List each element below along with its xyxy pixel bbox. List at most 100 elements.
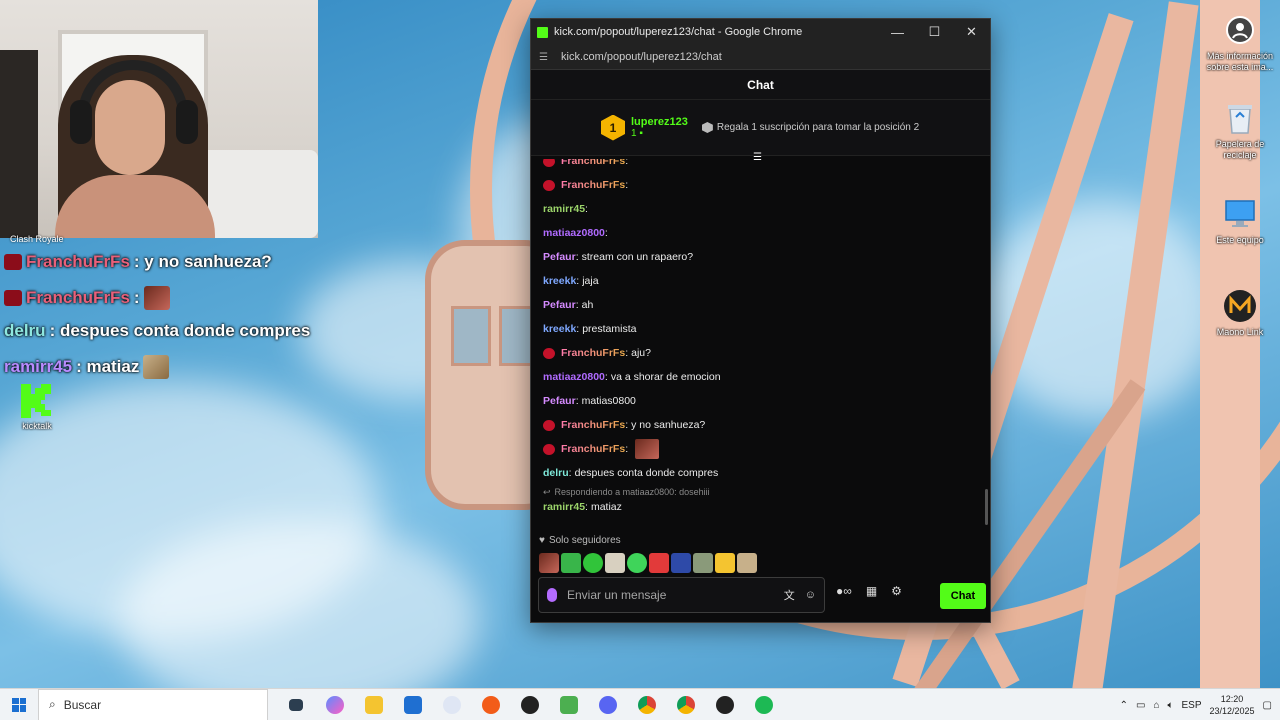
message-text: prestamista <box>582 323 637 335</box>
url-text[interactable]: kick.com/popout/luperez123/chat <box>561 51 722 63</box>
message-username[interactable]: ramirr45 <box>543 501 585 513</box>
emote-icon[interactable] <box>561 553 581 573</box>
chat-message: Pefaur: stream con un rapaero? <box>543 245 990 269</box>
message-input[interactable]: Enviar un mensaje <box>567 588 774 602</box>
window-title: kick.com/popout/luperez123/chat - Google… <box>554 26 803 38</box>
discord-icon[interactable] <box>588 689 627 720</box>
store-icon[interactable]: ▦ <box>866 584 877 598</box>
message-username[interactable]: FranchuFrFs <box>561 179 625 191</box>
close-button[interactable]: ✕ <box>953 19 990 45</box>
chat-message: FranchuFrFs: aju? <box>543 341 990 365</box>
minimize-button[interactable]: — <box>879 19 916 45</box>
word-icon[interactable] <box>432 689 471 720</box>
copilot-icon[interactable] <box>315 689 354 720</box>
chat-badge-icon <box>543 347 555 359</box>
chat-message: delru: despues conta donde compres <box>543 461 990 485</box>
spotify-icon[interactable] <box>744 689 783 720</box>
message-username[interactable]: FranchuFrFs <box>561 443 625 455</box>
followers-only-indicator: ♥ Solo seguidores <box>539 535 621 546</box>
overlay-chat-line: ramirr45 : matiaz <box>4 355 170 379</box>
desktop-icon-label: Maono Link <box>1216 327 1264 337</box>
message-username[interactable]: ramirr45 <box>543 203 585 215</box>
notification-icon[interactable]: ▢ <box>1263 700 1272 711</box>
gear-icon[interactable]: ⚙ <box>891 584 902 598</box>
chat-message: FranchuFrFs: <box>543 159 990 173</box>
task-view-icon[interactable] <box>276 689 315 720</box>
chevron-up-icon[interactable]: ⌃ <box>1120 700 1128 711</box>
clock-time: 12:20 <box>1220 694 1244 704</box>
brave-icon[interactable] <box>471 689 510 720</box>
chat-message-list[interactable]: FranchuFrFs: FranchuFrFs: ramirr45: matiaaz… <box>531 159 990 539</box>
message-container: FranchuFrFs: FranchuFrFs: ramirr45: matiaaz… <box>543 159 990 485</box>
gift-sub-prompt[interactable]: Regala 1 suscripción para tomar la posic… <box>701 122 919 133</box>
message-username[interactable]: Pefaur <box>543 299 576 311</box>
message-username[interactable]: matiaaz0800 <box>543 227 605 239</box>
chat-badge-icon <box>543 179 555 191</box>
battery-icon[interactable]: ▭ <box>1136 700 1145 711</box>
desktop-icon-maono[interactable]: Maono Link <box>1203 288 1277 338</box>
chat-message: kreekk: prestamista <box>543 317 990 341</box>
overlay-message: : <box>133 288 140 307</box>
message-username[interactable]: kreekk <box>543 275 576 287</box>
message-username[interactable]: delru <box>543 467 569 479</box>
start-button[interactable] <box>0 689 38 720</box>
emote-icon[interactable] <box>583 553 603 573</box>
microsoft-store-icon[interactable] <box>393 689 432 720</box>
kick-favicon-icon <box>537 26 548 38</box>
streamlabs-icon[interactable] <box>705 689 744 720</box>
chrome-icon[interactable] <box>627 689 666 720</box>
address-bar[interactable]: ☰ kick.com/popout/luperez123/chat <box>531 45 990 70</box>
taskbar-search[interactable]: ⌕ Buscar <box>38 688 268 720</box>
language-indicator[interactable]: ESP <box>1181 700 1201 711</box>
clock[interactable]: 12:20 23/12/2025 <box>1210 693 1255 717</box>
message-username[interactable]: FranchuFrFs <box>561 159 625 167</box>
chrome-profile-icon[interactable] <box>666 689 705 720</box>
send-chat-button[interactable]: Chat <box>940 583 986 609</box>
message-colon: : <box>625 443 629 455</box>
chat-scrollbar[interactable] <box>985 489 988 525</box>
chat-tools: ●∞ ▦ ⚙ <box>836 584 902 598</box>
window-titlebar[interactable]: kick.com/popout/luperez123/chat - Google… <box>531 19 990 45</box>
emote-icon[interactable] <box>737 553 757 573</box>
message-username[interactable]: FranchuFrFs <box>561 419 625 431</box>
file-explorer-icon[interactable] <box>354 689 393 720</box>
overlay-message: : y no sanhueza? <box>133 252 272 271</box>
translate-icon[interactable]: 文 <box>784 587 795 603</box>
emote-icon[interactable] <box>693 553 713 573</box>
leader-name[interactable]: luperez123 <box>631 116 688 128</box>
message-username[interactable]: matiaaz0800 <box>543 371 605 383</box>
minecraft-icon[interactable] <box>549 689 588 720</box>
maximize-button[interactable]: ☐ <box>916 19 953 45</box>
network-icon[interactable]: ⌂ <box>1153 700 1159 711</box>
emoji-icon[interactable]: ☺ <box>805 589 816 601</box>
emote-icon[interactable] <box>671 553 691 573</box>
message-username[interactable]: Pefaur <box>543 395 576 407</box>
site-settings-icon[interactable]: ☰ <box>539 52 553 63</box>
reply-context-text: Respondiendo a matiaaz0800: dosehiii <box>554 487 710 497</box>
chrome-popup-window: kick.com/popout/luperez123/chat - Google… <box>530 18 991 623</box>
chat-message: FranchuFrFs: y no sanhueza? <box>543 413 990 437</box>
emote-icon[interactable] <box>539 553 559 573</box>
desktop-icon-kicktalk[interactable]: kicktalk <box>0 382 74 432</box>
emote-icon[interactable] <box>627 553 647 573</box>
message-username[interactable]: FranchuFrFs <box>561 347 625 359</box>
message-composer[interactable]: Enviar un mensaje 文 ☺ <box>538 577 825 613</box>
overlay-chat-line: FranchuFrFs : <box>4 286 170 310</box>
desktop-icon-this-pc[interactable]: Este equipo <box>1203 196 1277 246</box>
desktop-icon-info[interactable]: Más información sobre esta ima... <box>1203 12 1277 73</box>
message-username[interactable]: Pefaur <box>543 251 576 263</box>
emote-icon[interactable] <box>605 553 625 573</box>
gift-icon <box>701 122 713 133</box>
volume-icon[interactable]: 🔈︎ <box>1167 700 1173 711</box>
leader-count: 1 ▪ <box>631 128 688 139</box>
kicks-icon[interactable]: ●∞ <box>836 584 852 598</box>
mic-icon[interactable] <box>547 588 557 602</box>
message-username[interactable]: kreekk <box>543 323 576 335</box>
obs-icon[interactable] <box>510 689 549 720</box>
message-colon: : <box>568 467 572 479</box>
chat-message: Pefaur: matias0800 <box>543 389 990 413</box>
emote-icon[interactable] <box>715 553 735 573</box>
overlay-badge-icon <box>4 290 22 306</box>
desktop-icon-recycle-bin[interactable]: Papelera de reciclaje <box>1203 100 1277 161</box>
emote-icon[interactable] <box>649 553 669 573</box>
